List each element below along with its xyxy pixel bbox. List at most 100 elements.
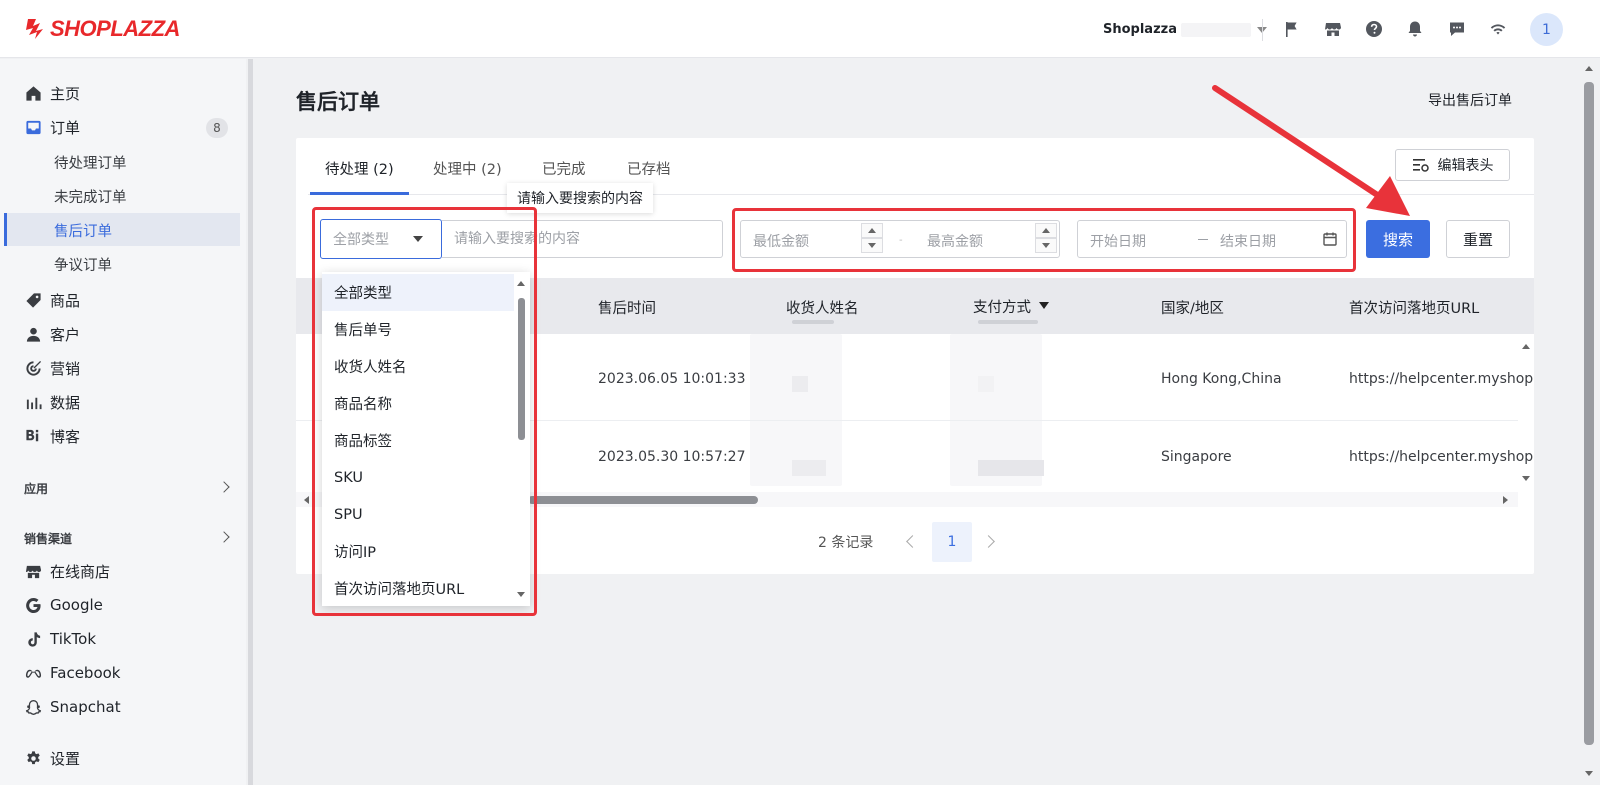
tab-archived[interactable]: 已存档 (627, 158, 671, 179)
sidebar-item-marketing[interactable]: 营销 (24, 352, 80, 384)
sidebar-item-label: 设置 (50, 749, 81, 768)
store-selector[interactable]: Shoplazza (1103, 22, 1267, 37)
store-icon[interactable] (1322, 18, 1344, 40)
sidebar-item-label: Snapchat (50, 698, 121, 716)
active-nav-highlight (4, 213, 240, 246)
sidebar-item-google[interactable]: Google (24, 589, 103, 621)
sidebar-item-products[interactable]: 商品 (24, 284, 80, 316)
edit-columns-label: 编辑表头 (1437, 158, 1494, 174)
tab-processing[interactable]: 处理中 (2) (433, 158, 502, 179)
tabs-divider (308, 194, 1534, 195)
meta-icon (24, 664, 42, 682)
pagination-current-page[interactable]: 1 (932, 522, 972, 562)
row-2-time: 2023.05.30 10:57:27 (598, 449, 746, 465)
shoplazza-logo[interactable]: SHOPLAZZA (24, 16, 180, 42)
message-icon[interactable] (1446, 18, 1468, 40)
snapchat-icon (24, 698, 42, 716)
sort-down-icon[interactable] (1039, 302, 1049, 309)
sidebar-item-label: 订单 (50, 118, 81, 137)
redacted-cell (792, 460, 826, 476)
sidebar-item-orders[interactable]: 订单 (24, 111, 80, 143)
scroll-up-icon[interactable] (1522, 344, 1530, 349)
sidebar-item-online-store[interactable]: 在线商店 (24, 555, 110, 587)
sidebar-section-apps[interactable]: 应用 (24, 480, 48, 497)
page-title: 售后订单 (296, 90, 380, 114)
page-scroll-thumb[interactable] (1584, 82, 1594, 745)
column-header-landing-url: 首次访问落地页URL (1349, 301, 1480, 317)
sidebar-item-snapchat[interactable]: Snapchat (24, 691, 121, 723)
sidebar-item-label: 数据 (50, 393, 81, 412)
column-header-aftersale-time: 售后时间 (598, 301, 656, 317)
sidebar-item-settings[interactable]: 设置 (24, 742, 80, 774)
column-header-payment-method[interactable]: 支付方式 (973, 296, 1031, 317)
orders-count-badge: 8 (206, 118, 228, 138)
sidebar-item-label: 客户 (50, 325, 81, 344)
export-aftersale-orders-link[interactable]: 导出售后订单 (1428, 90, 1512, 110)
sidebar-item-blog[interactable]: 博客 (24, 420, 80, 452)
redacted-block (978, 320, 1038, 324)
sidebar-item-pending-orders[interactable]: 待处理订单 (54, 146, 127, 178)
row-1-time: 2023.06.05 10:01:33 (598, 371, 746, 387)
tab-pending[interactable]: 待处理 (2) (325, 158, 394, 179)
column-header-consignee: 收货人姓名 (786, 301, 859, 317)
sidebar-item-label: 博客 (50, 427, 81, 446)
top-bar: SHOPLAZZA Shoplazza 1 (0, 0, 1600, 58)
sidebar-item-incomplete-orders[interactable]: 未完成订单 (54, 180, 127, 212)
column-header-country: 国家/地区 (1161, 301, 1224, 317)
tag-icon (24, 291, 42, 309)
page-scroll-up-icon[interactable] (1585, 66, 1593, 71)
logo-text: SHOPLAZZA (50, 16, 180, 41)
sidebar-item-label: Google (50, 596, 103, 614)
row-1-landing-url[interactable]: https://helpcenter.myshop (1349, 371, 1533, 387)
pagination-total: 2 条记录 (818, 535, 874, 551)
blog-icon (24, 427, 42, 445)
edit-columns-button[interactable]: 编辑表头 (1395, 149, 1510, 181)
google-icon (24, 596, 42, 614)
sidebar-item-label: Facebook (50, 664, 121, 682)
sidebar-item-label: 在线商店 (50, 562, 111, 581)
help-icon[interactable] (1363, 18, 1385, 40)
sidebar-item-label: 主页 (50, 84, 81, 103)
annotation-box-type-dropdown (312, 207, 537, 616)
avatar[interactable]: 1 (1530, 13, 1563, 46)
scroll-right-icon[interactable] (1503, 496, 1508, 504)
store-name-redacted (1181, 22, 1251, 37)
row-2-country: Singapore (1161, 449, 1232, 465)
redacted-cell (978, 460, 1044, 476)
tab-completed[interactable]: 已完成 (542, 158, 586, 179)
sidebar-item-label: 营销 (50, 359, 81, 378)
horizontal-scroll-thumb[interactable] (528, 496, 758, 504)
sidebar-section-channels[interactable]: 销售渠道 (24, 530, 72, 547)
sidebar-scrollbar[interactable] (248, 59, 253, 785)
row-1-country: Hong Kong,China (1161, 371, 1282, 387)
reset-button[interactable]: 重置 (1446, 220, 1510, 258)
bell-icon[interactable] (1404, 18, 1426, 40)
store-icon (24, 562, 42, 580)
columns-settings-icon (1412, 159, 1429, 172)
wifi-icon[interactable] (1487, 18, 1509, 40)
sidebar-item-home[interactable]: 主页 (24, 77, 80, 109)
bar-chart-icon (24, 393, 42, 411)
sidebar-item-customers[interactable]: 客户 (24, 318, 80, 350)
person-icon (24, 325, 42, 343)
divider (1262, 19, 1263, 41)
flag-icon[interactable] (1280, 18, 1302, 40)
row-2-landing-url[interactable]: https://helpcenter.myshop (1349, 449, 1533, 465)
sidebar-item-label: TikTok (50, 630, 97, 648)
sidebar-item-label: 商品 (50, 291, 81, 310)
scroll-left-icon[interactable] (304, 496, 309, 504)
target-icon (24, 359, 42, 377)
sidebar-item-facebook[interactable]: Facebook (24, 657, 120, 689)
scroll-down-icon[interactable] (1522, 476, 1530, 481)
sidebar-item-dispute-orders[interactable]: 争议订单 (54, 248, 112, 280)
sidebar-item-analytics[interactable]: 数据 (24, 386, 80, 418)
active-tab-indicator (310, 192, 409, 195)
page-scroll-down-icon[interactable] (1585, 771, 1593, 776)
sidebar-item-aftersale-orders[interactable]: 售后订单 (54, 214, 112, 246)
redacted-block (792, 320, 834, 324)
sidebar-item-tiktok[interactable]: TikTok (24, 623, 96, 655)
redacted-cell (792, 376, 808, 392)
tiktok-icon (24, 630, 42, 648)
store-name: Shoplazza (1103, 22, 1177, 37)
search-button[interactable]: 搜索 (1366, 220, 1430, 258)
